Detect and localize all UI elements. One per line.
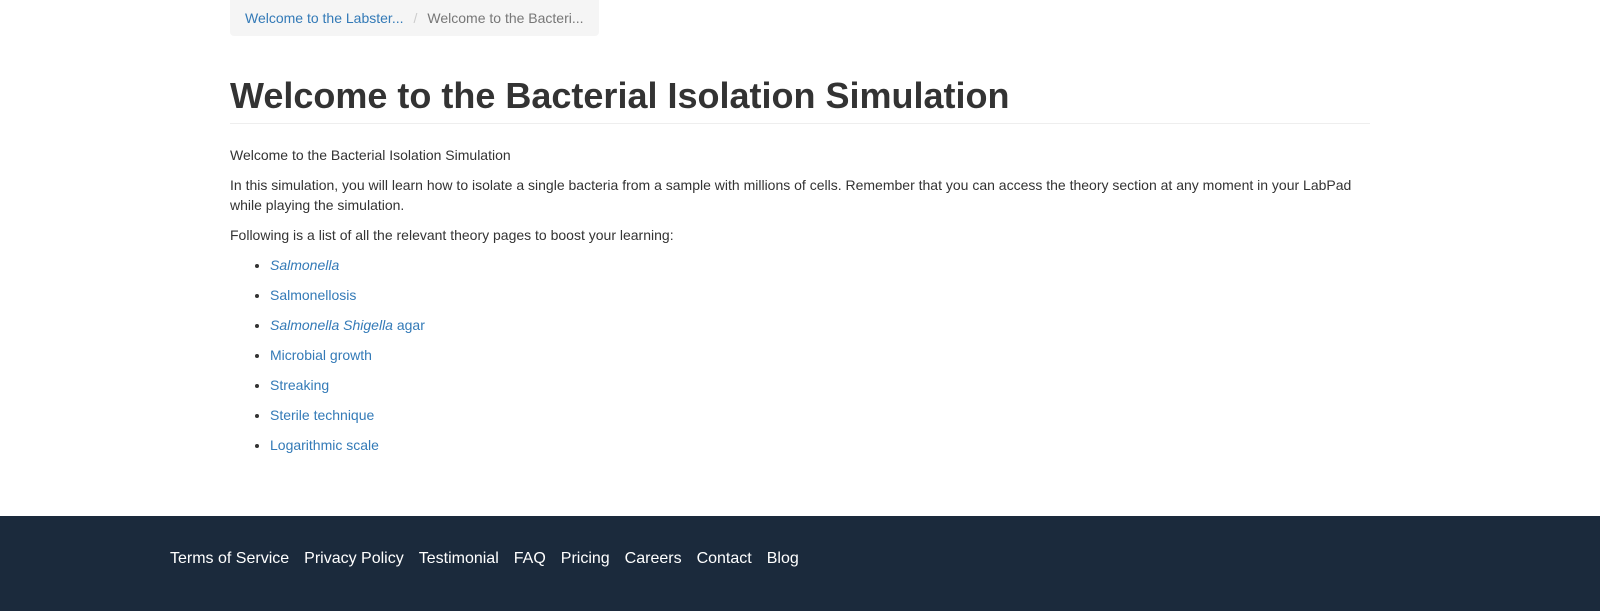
breadcrumb: Welcome to the Labster... / Welcome to t… (230, 0, 599, 36)
description-text: In this simulation, you will learn how t… (230, 177, 1352, 213)
article-body: Welcome to the Bacterial Isolation Simul… (230, 145, 1370, 465)
footer-link-careers[interactable]: Careers (625, 548, 682, 570)
list-intro-text: Following is a list of all the relevant … (230, 227, 674, 243)
footer-link-testimonial[interactable]: Testimonial (419, 548, 499, 570)
list-item: Salmonella (270, 255, 1370, 275)
footer-link-terms[interactable]: Terms of Service (170, 548, 289, 570)
list-item: Microbial growth (270, 345, 1370, 365)
list-item: Salmonella Shigella agar (270, 315, 1370, 335)
theory-link-microbial-growth[interactable]: Microbial growth (270, 347, 372, 363)
footer: Terms of Service Privacy Policy Testimon… (0, 516, 1600, 611)
theory-link-streaking[interactable]: Streaking (270, 377, 329, 393)
theory-links-list: Salmonella Salmonellosis Salmonella Shig… (230, 255, 1370, 455)
theory-link-salmonella[interactable]: Salmonella (270, 257, 339, 273)
footer-link-blog[interactable]: Blog (767, 548, 799, 570)
theory-link-ss-agar[interactable]: Salmonella Shigella agar (270, 317, 425, 333)
page: Welcome to the Labster... / Welcome to t… (0, 0, 1600, 611)
list-item: Logarithmic scale (270, 435, 1370, 455)
footer-link-faq[interactable]: FAQ (514, 548, 546, 570)
intro-text: Welcome to the Bacterial Isolation Simul… (230, 147, 511, 163)
breadcrumb-item-current: Welcome to the Bacteri... (427, 10, 584, 26)
list-item: Streaking (270, 375, 1370, 395)
footer-link-contact[interactable]: Contact (697, 548, 752, 570)
breadcrumb-separator: / (413, 10, 418, 26)
footer-link-privacy[interactable]: Privacy Policy (304, 548, 404, 570)
page-title: Welcome to the Bacterial Isolation Simul… (230, 75, 1010, 116)
footer-link-pricing[interactable]: Pricing (561, 548, 610, 570)
list-item: Salmonellosis (270, 285, 1370, 305)
list-item: Sterile technique (270, 405, 1370, 425)
theory-link-salmonellosis[interactable]: Salmonellosis (270, 287, 356, 303)
title-divider (230, 123, 1370, 124)
theory-link-logarithmic-scale[interactable]: Logarithmic scale (270, 437, 379, 453)
breadcrumb-item-labster[interactable]: Welcome to the Labster... (245, 8, 404, 28)
footer-links: Terms of Service Privacy Policy Testimon… (170, 548, 814, 570)
theory-link-sterile-technique[interactable]: Sterile technique (270, 407, 374, 423)
